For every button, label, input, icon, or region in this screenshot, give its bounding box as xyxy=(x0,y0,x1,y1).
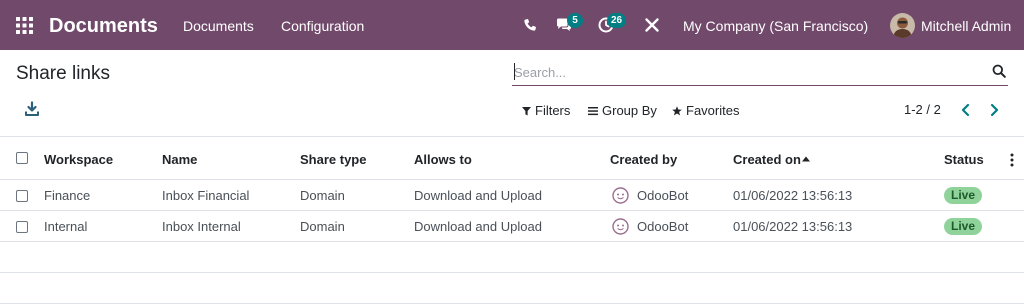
empty-row xyxy=(0,242,1024,273)
pager-next-icon[interactable] xyxy=(987,102,1001,118)
app-brand[interactable]: Documents xyxy=(49,14,158,38)
search-input[interactable] xyxy=(514,62,974,82)
messages-badge: 5 xyxy=(567,13,583,28)
cell-allows-to: Download and Upload xyxy=(414,188,542,203)
column-name[interactable]: Name xyxy=(162,152,197,168)
apps-menu-icon[interactable] xyxy=(16,17,33,34)
list-icon xyxy=(588,107,598,116)
odoobot-avatar-icon xyxy=(612,187,629,204)
pager-value[interactable]: 1-2 / 2 xyxy=(904,102,941,118)
cell-workspace: Internal xyxy=(44,219,88,234)
column-workspace[interactable]: Workspace xyxy=(44,152,113,168)
status-badge: Live xyxy=(944,218,983,235)
table-row[interactable]: Internal Inbox Internal Domain Download … xyxy=(0,211,1024,242)
cell-created-on: 01/06/2022 13:56:13 xyxy=(733,219,853,234)
favorites-button[interactable]: Favorites xyxy=(672,103,739,119)
text-caret xyxy=(514,63,515,80)
column-status[interactable]: Status xyxy=(944,152,984,168)
empty-row xyxy=(0,273,1024,304)
activities-badge: 26 xyxy=(607,13,627,28)
table-header: Workspace Name Share type Allows to Crea… xyxy=(0,136,1024,180)
table-row[interactable]: Finance Inbox Financial Domain Download … xyxy=(0,180,1024,211)
row-checkbox[interactable] xyxy=(16,190,28,202)
column-created-on[interactable]: Created on xyxy=(733,152,801,168)
optional-columns-icon[interactable] xyxy=(1010,153,1014,167)
sort-ascending-icon xyxy=(802,156,810,162)
cell-share-type: Domain xyxy=(300,188,345,203)
cell-workspace: Finance xyxy=(44,188,91,203)
favorites-label: Favorites xyxy=(686,103,740,118)
filters-label: Filters xyxy=(535,103,571,118)
cell-allows-to: Download and Upload xyxy=(414,219,542,234)
cell-name: Inbox Internal xyxy=(162,219,241,234)
filters-button[interactable]: Filters xyxy=(522,103,570,119)
menu-documents[interactable]: Documents xyxy=(183,18,254,35)
filter-icon xyxy=(522,107,531,116)
group-by-label: Group By xyxy=(602,103,657,118)
cell-created-on: 01/06/2022 13:56:13 xyxy=(733,188,853,203)
user-menu[interactable]: Mitchell Admin xyxy=(921,18,1011,35)
status-badge: Live xyxy=(944,187,983,204)
pager-previous-icon[interactable] xyxy=(959,102,973,118)
download-icon[interactable] xyxy=(24,101,40,117)
top-navbar: Documents Documents Configuration 5 26 M… xyxy=(0,0,1024,50)
column-created-by[interactable]: Created by xyxy=(610,152,677,168)
page-title: Share links xyxy=(16,63,110,84)
cell-created-by: OdooBot xyxy=(637,219,689,234)
company-switcher[interactable]: My Company (San Francisco) xyxy=(683,18,868,35)
cell-share-type: Domain xyxy=(300,219,345,234)
debug-tools-icon[interactable] xyxy=(643,16,661,34)
group-by-button[interactable]: Group By xyxy=(588,103,657,119)
user-avatar[interactable] xyxy=(890,13,915,38)
column-allows-to[interactable]: Allows to xyxy=(414,152,472,168)
row-checkbox[interactable] xyxy=(16,221,28,233)
cell-name: Inbox Financial xyxy=(162,188,250,203)
select-all-checkbox[interactable] xyxy=(16,152,28,164)
search-bar xyxy=(512,58,1008,86)
cell-created-by: OdooBot xyxy=(637,188,689,203)
phone-icon[interactable] xyxy=(521,16,539,34)
column-share-type[interactable]: Share type xyxy=(300,152,366,168)
menu-configuration[interactable]: Configuration xyxy=(281,18,364,35)
odoobot-avatar-icon xyxy=(612,218,629,235)
search-icon[interactable] xyxy=(992,64,1006,78)
star-icon xyxy=(672,106,682,116)
